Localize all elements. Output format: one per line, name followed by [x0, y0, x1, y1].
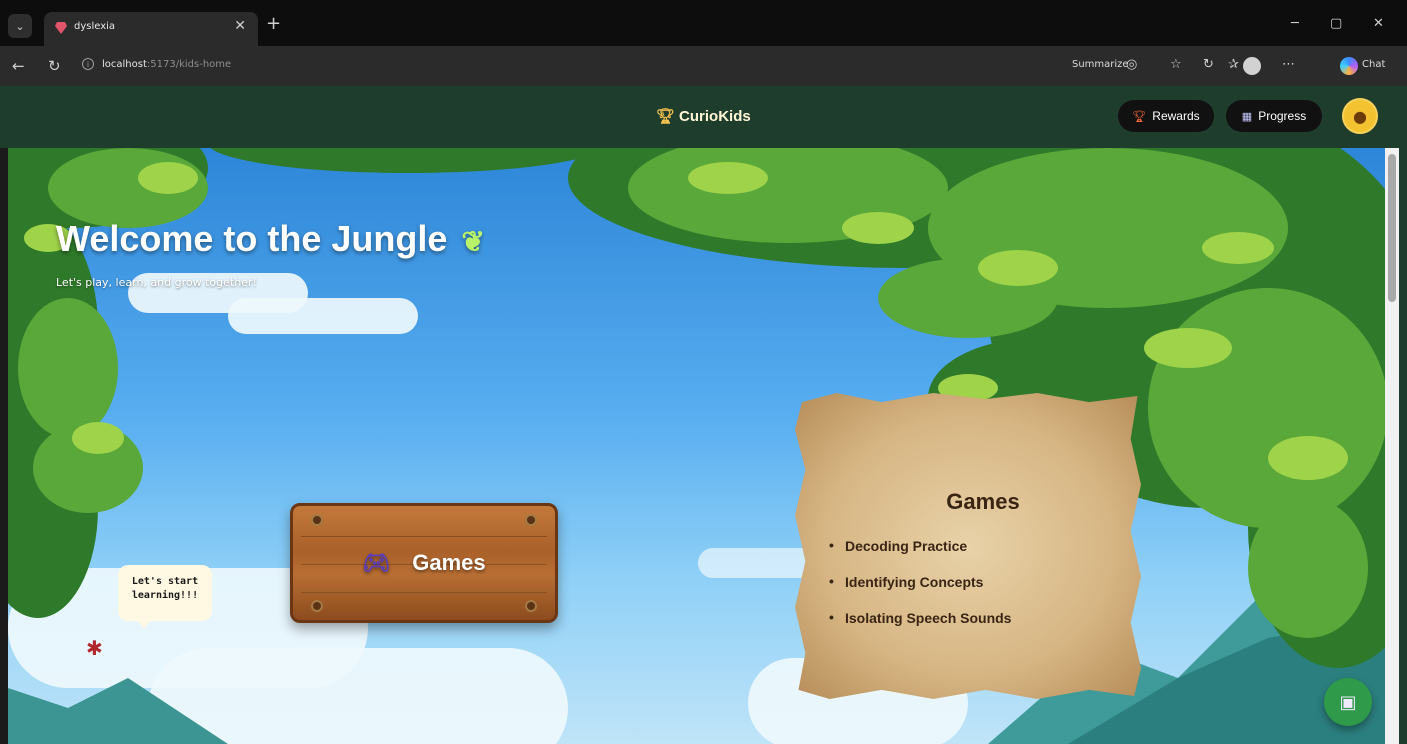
jungle-background: Welcome to the Jungle ❦ Let's play, learn…: [8, 148, 1385, 744]
list-item[interactable]: Identifying Concepts: [829, 573, 1011, 610]
chart-icon: ▦: [1241, 110, 1253, 123]
tab-actions-chevron-icon[interactable]: ⌄: [8, 14, 32, 38]
progress-label: Progress: [1258, 109, 1307, 123]
scrollbar-thumb[interactable]: [1388, 154, 1396, 302]
close-window-button[interactable]: ✕: [1373, 16, 1384, 31]
speech-bubble: Let's start learning!!!: [118, 565, 212, 629]
speech-bubble-line-1: Let's start: [131, 576, 199, 587]
trophy-icon: 🏆︎: [1132, 110, 1147, 123]
browser-addressbar: ← ↻ i localhost:5173/kids-home Summarize…: [0, 46, 1407, 86]
new-tab-button[interactable]: +: [266, 14, 281, 34]
favorite-star-icon[interactable]: ☆: [1170, 57, 1182, 72]
app-header: 🏆︎ CurioKids 🏆︎ Rewards ▦ Progress ●: [0, 86, 1407, 148]
games-list: Decoding Practice Identifying Concepts I…: [829, 537, 1011, 646]
treasure-chest-icon: ▣: [1339, 691, 1357, 713]
gem-favicon-icon: [55, 22, 67, 34]
minimize-button[interactable]: ─: [1291, 16, 1299, 31]
maximize-button[interactable]: ▢: [1330, 16, 1342, 31]
rewards-label: Rewards: [1152, 109, 1200, 123]
sprout-icon: ❦: [461, 226, 485, 257]
url-field[interactable]: localhost:5173/kids-home: [102, 59, 231, 70]
refresh-icon[interactable]: ↻: [48, 57, 61, 75]
window-edge: [1399, 86, 1407, 744]
url-host: localhost: [102, 59, 147, 70]
page-subtitle: Let's play, learn, and grow together!: [56, 276, 257, 289]
profile-avatar-icon[interactable]: [1243, 57, 1261, 75]
nail-icon: [525, 514, 537, 526]
ant-mascot-icon[interactable]: ✱: [86, 636, 103, 660]
browser-tab[interactable]: dyslexia ✕: [44, 12, 258, 46]
page-scrollbar[interactable]: [1385, 148, 1399, 744]
site-info-icon[interactable]: i: [82, 58, 94, 70]
user-avatar-icon[interactable]: ●: [1342, 98, 1378, 134]
progress-button[interactable]: ▦ Progress: [1226, 100, 1322, 132]
favorites-icon[interactable]: ✰: [1228, 57, 1239, 72]
summarize-icon[interactable]: ◎: [1126, 57, 1137, 72]
rewards-button[interactable]: 🏆︎ Rewards: [1118, 100, 1214, 132]
games-sign-label: 🎮︎ Games: [293, 550, 555, 576]
trophy-icon: 🏆︎: [656, 108, 676, 125]
back-arrow-icon[interactable]: ←: [12, 57, 25, 75]
tab-title: dyslexia: [74, 21, 116, 32]
games-scroll-card: Games Decoding Practice Identifying Conc…: [795, 393, 1141, 699]
extensions-icon[interactable]: ↻: [1203, 57, 1214, 72]
list-item[interactable]: Isolating Speech Sounds: [829, 609, 1011, 646]
more-menu-icon[interactable]: ⋯: [1282, 57, 1295, 72]
browser-titlebar: ⌄ dyslexia ✕ + ─ ▢ ✕: [0, 0, 1407, 46]
chat-button[interactable]: Chat: [1362, 59, 1385, 70]
games-sign-button[interactable]: 🎮︎ Games: [290, 503, 558, 623]
list-item[interactable]: Decoding Practice: [829, 537, 1011, 574]
copilot-icon[interactable]: [1340, 57, 1358, 75]
nail-icon: [311, 600, 323, 612]
page-title-text: Welcome to the Jungle: [56, 218, 448, 259]
url-path: :5173/kids-home: [146, 59, 232, 70]
nail-icon: [525, 600, 537, 612]
scroll-title: Games: [946, 489, 1020, 514]
brand-name: CurioKids: [679, 108, 751, 125]
games-sign-text: Games: [412, 550, 486, 575]
page-title: Welcome to the Jungle ❦: [56, 218, 485, 260]
treasure-chest-fab-button[interactable]: ▣: [1324, 678, 1372, 726]
brand-logo[interactable]: 🏆︎ CurioKids: [656, 107, 751, 125]
nail-icon: [311, 514, 323, 526]
tab-close-icon[interactable]: ✕: [234, 18, 246, 34]
gamepad-icon: 🎮︎: [362, 550, 391, 575]
speech-bubble-line-2: learning!!!: [131, 590, 199, 601]
summarize-button[interactable]: Summarize: [1072, 59, 1129, 70]
